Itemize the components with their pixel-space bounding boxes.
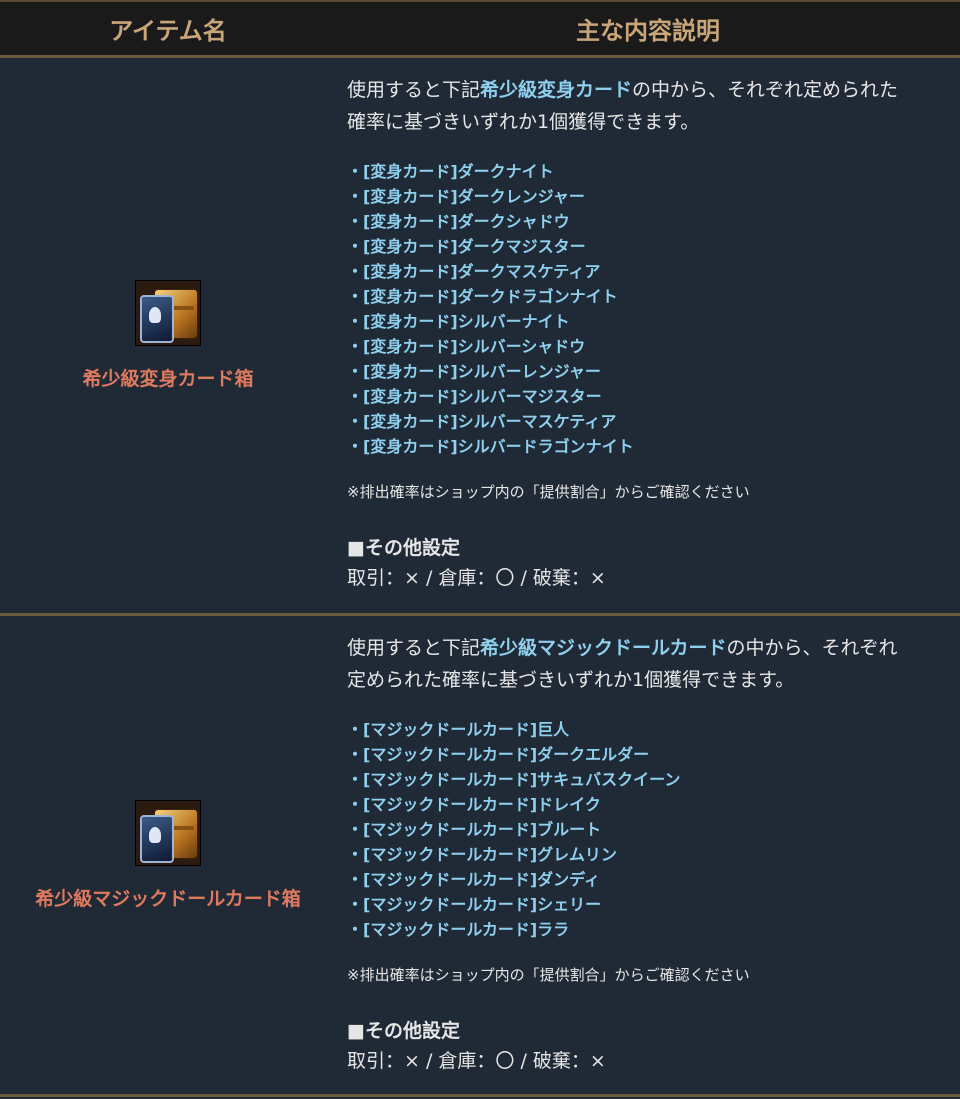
- settings-title: ■その他設定: [347, 1020, 460, 1042]
- probability-note: ※排出確率はショップ内の「提供割合」からご確認ください: [347, 483, 750, 501]
- list-item: ・[マジックドールカード]ダークエルダー: [347, 745, 650, 764]
- list-item: ・[マジックドールカード]サキュバスクイーン: [347, 770, 681, 789]
- header-item-name: アイテム名: [109, 17, 227, 45]
- desc-text: 使用すると下記: [347, 79, 481, 101]
- header-description: 主な内容説明: [576, 17, 720, 45]
- desc-text: の中から、それぞれ定められた: [632, 79, 899, 101]
- desc-text: の中から、それぞれ: [726, 637, 898, 659]
- list-item: ・[変身カード]ダークナイト: [347, 162, 554, 181]
- desc-highlight: 希少級マジックドールカード: [480, 637, 727, 659]
- card-list: ・[マジックドールカード]巨人 ・[マジックドールカード]ダークエルダー ・[マ…: [347, 717, 952, 942]
- list-item: ・[変身カード]シルバーレンジャー: [347, 362, 601, 381]
- list-item: ・[変身カード]ダークシャドウ: [347, 212, 570, 231]
- list-item: ・[マジックドールカード]シェリー: [347, 895, 602, 914]
- list-item: ・[マジックドールカード]ブルート: [347, 820, 602, 839]
- list-item: ・[マジックドールカード]ドレイク: [347, 795, 601, 814]
- desc-highlight: 希少級変身カード: [480, 79, 633, 101]
- list-item: ・[マジックドールカード]巨人: [347, 720, 570, 739]
- item-name: 希少級変身カード箱: [82, 368, 254, 390]
- list-item: ・[変身カード]シルバーマジスター: [347, 387, 602, 406]
- card-chest-icon: [135, 799, 201, 866]
- probability-note: ※排出確率はショップ内の「提供割合」からご確認ください: [347, 966, 750, 984]
- settings-values: 取引：× / 倉庫：〇 / 破棄：×: [347, 1050, 606, 1072]
- item-table: アイテム名 主な内容説明 希少級変身カード箱 使用すると下記希少級変身カードの中…: [0, 0, 960, 1097]
- desc-text: 確率に基づきいずれか1個獲得できます。: [347, 111, 700, 133]
- list-item: ・[変身カード]シルバーシャドウ: [347, 337, 586, 356]
- card-list: ・[変身カード]ダークナイト ・[変身カード]ダークレンジャー ・[変身カード]…: [347, 159, 952, 459]
- list-item: ・[変身カード]シルバーマスケティア: [347, 412, 617, 431]
- list-item: ・[変身カード]ダークマスケティア: [347, 262, 601, 281]
- list-item: ・[変身カード]ダークマジスター: [347, 237, 586, 256]
- item-cell: 希少級マジックドールカード箱: [0, 616, 336, 1094]
- desc-text: 定められた確率に基づきいずれか1個獲得できます。: [347, 669, 795, 691]
- table-header: アイテム名 主な内容説明: [0, 0, 960, 58]
- list-item: ・[変身カード]シルバードラゴンナイト: [347, 437, 634, 456]
- description-cell: 使用すると下記希少級マジックドールカードの中から、それぞれ 定められた確率に基づ…: [336, 616, 960, 1094]
- settings-title: ■その他設定: [347, 537, 460, 559]
- list-item: ・[変身カード]ダークドラゴンナイト: [347, 287, 618, 306]
- list-item: ・[変身カード]ダークレンジャー: [347, 187, 585, 206]
- item-description: 使用すると下記希少級マジックドールカードの中から、それぞれ 定められた確率に基づ…: [347, 632, 952, 696]
- description-cell: 使用すると下記希少級変身カードの中から、それぞれ定められた 確率に基づきいずれか…: [336, 58, 960, 613]
- item-name: 希少級マジックドールカード箱: [35, 887, 301, 910]
- card-chest-icon: [135, 280, 201, 346]
- table-row: 希少級マジックドールカード箱 使用すると下記希少級マジックドールカードの中から、…: [0, 616, 960, 1097]
- list-item: ・[マジックドールカード]ダンディ: [347, 870, 601, 889]
- table-row: 希少級変身カード箱 使用すると下記希少級変身カードの中から、それぞれ定められた …: [0, 58, 960, 616]
- list-item: ・[変身カード]シルバーナイト: [347, 312, 570, 331]
- settings-values: 取引：× / 倉庫：〇 / 破棄：×: [347, 567, 606, 589]
- list-item: ・[マジックドールカード]グレムリン: [347, 845, 617, 864]
- list-item: ・[マジックドールカード]ララ: [347, 920, 570, 939]
- item-cell: 希少級変身カード箱: [0, 58, 336, 613]
- desc-text: 使用すると下記: [347, 637, 481, 659]
- item-description: 使用すると下記希少級変身カードの中から、それぞれ定められた 確率に基づきいずれか…: [347, 74, 952, 138]
